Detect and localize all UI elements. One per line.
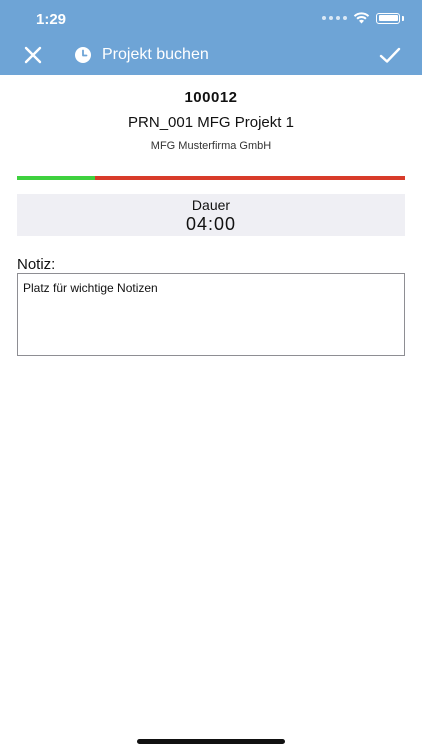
project-number: 100012 xyxy=(184,89,238,106)
close-button[interactable] xyxy=(22,44,44,66)
close-icon xyxy=(24,46,42,64)
confirm-button[interactable] xyxy=(378,44,402,66)
cellular-signal-icon xyxy=(322,16,347,20)
battery-tip xyxy=(402,15,404,21)
checkmark-icon xyxy=(379,47,401,63)
progress-bar xyxy=(17,176,405,180)
wifi-icon xyxy=(353,12,370,24)
duration-picker[interactable]: Dauer 04:00 xyxy=(17,194,405,236)
page-title: Projekt buchen xyxy=(102,46,209,63)
status-time: 1:29 xyxy=(36,11,67,28)
home-indicator[interactable] xyxy=(137,739,285,744)
progress-fill xyxy=(17,176,95,180)
duration-label: Dauer xyxy=(191,197,231,213)
title-area: Projekt buchen xyxy=(74,44,209,66)
company-name: MFG Musterfirma GmbH xyxy=(150,140,272,152)
status-icons xyxy=(322,12,404,24)
duration-value: 04:00 xyxy=(185,214,237,234)
note-label: Notiz: xyxy=(17,256,56,273)
header-bar: 1:29 Projekt buchen xyxy=(0,0,422,75)
clock-icon xyxy=(75,47,91,63)
project-name: PRN_001 MFG Projekt 1 xyxy=(128,114,294,131)
note-input[interactable] xyxy=(17,273,405,356)
battery-icon xyxy=(376,12,400,24)
